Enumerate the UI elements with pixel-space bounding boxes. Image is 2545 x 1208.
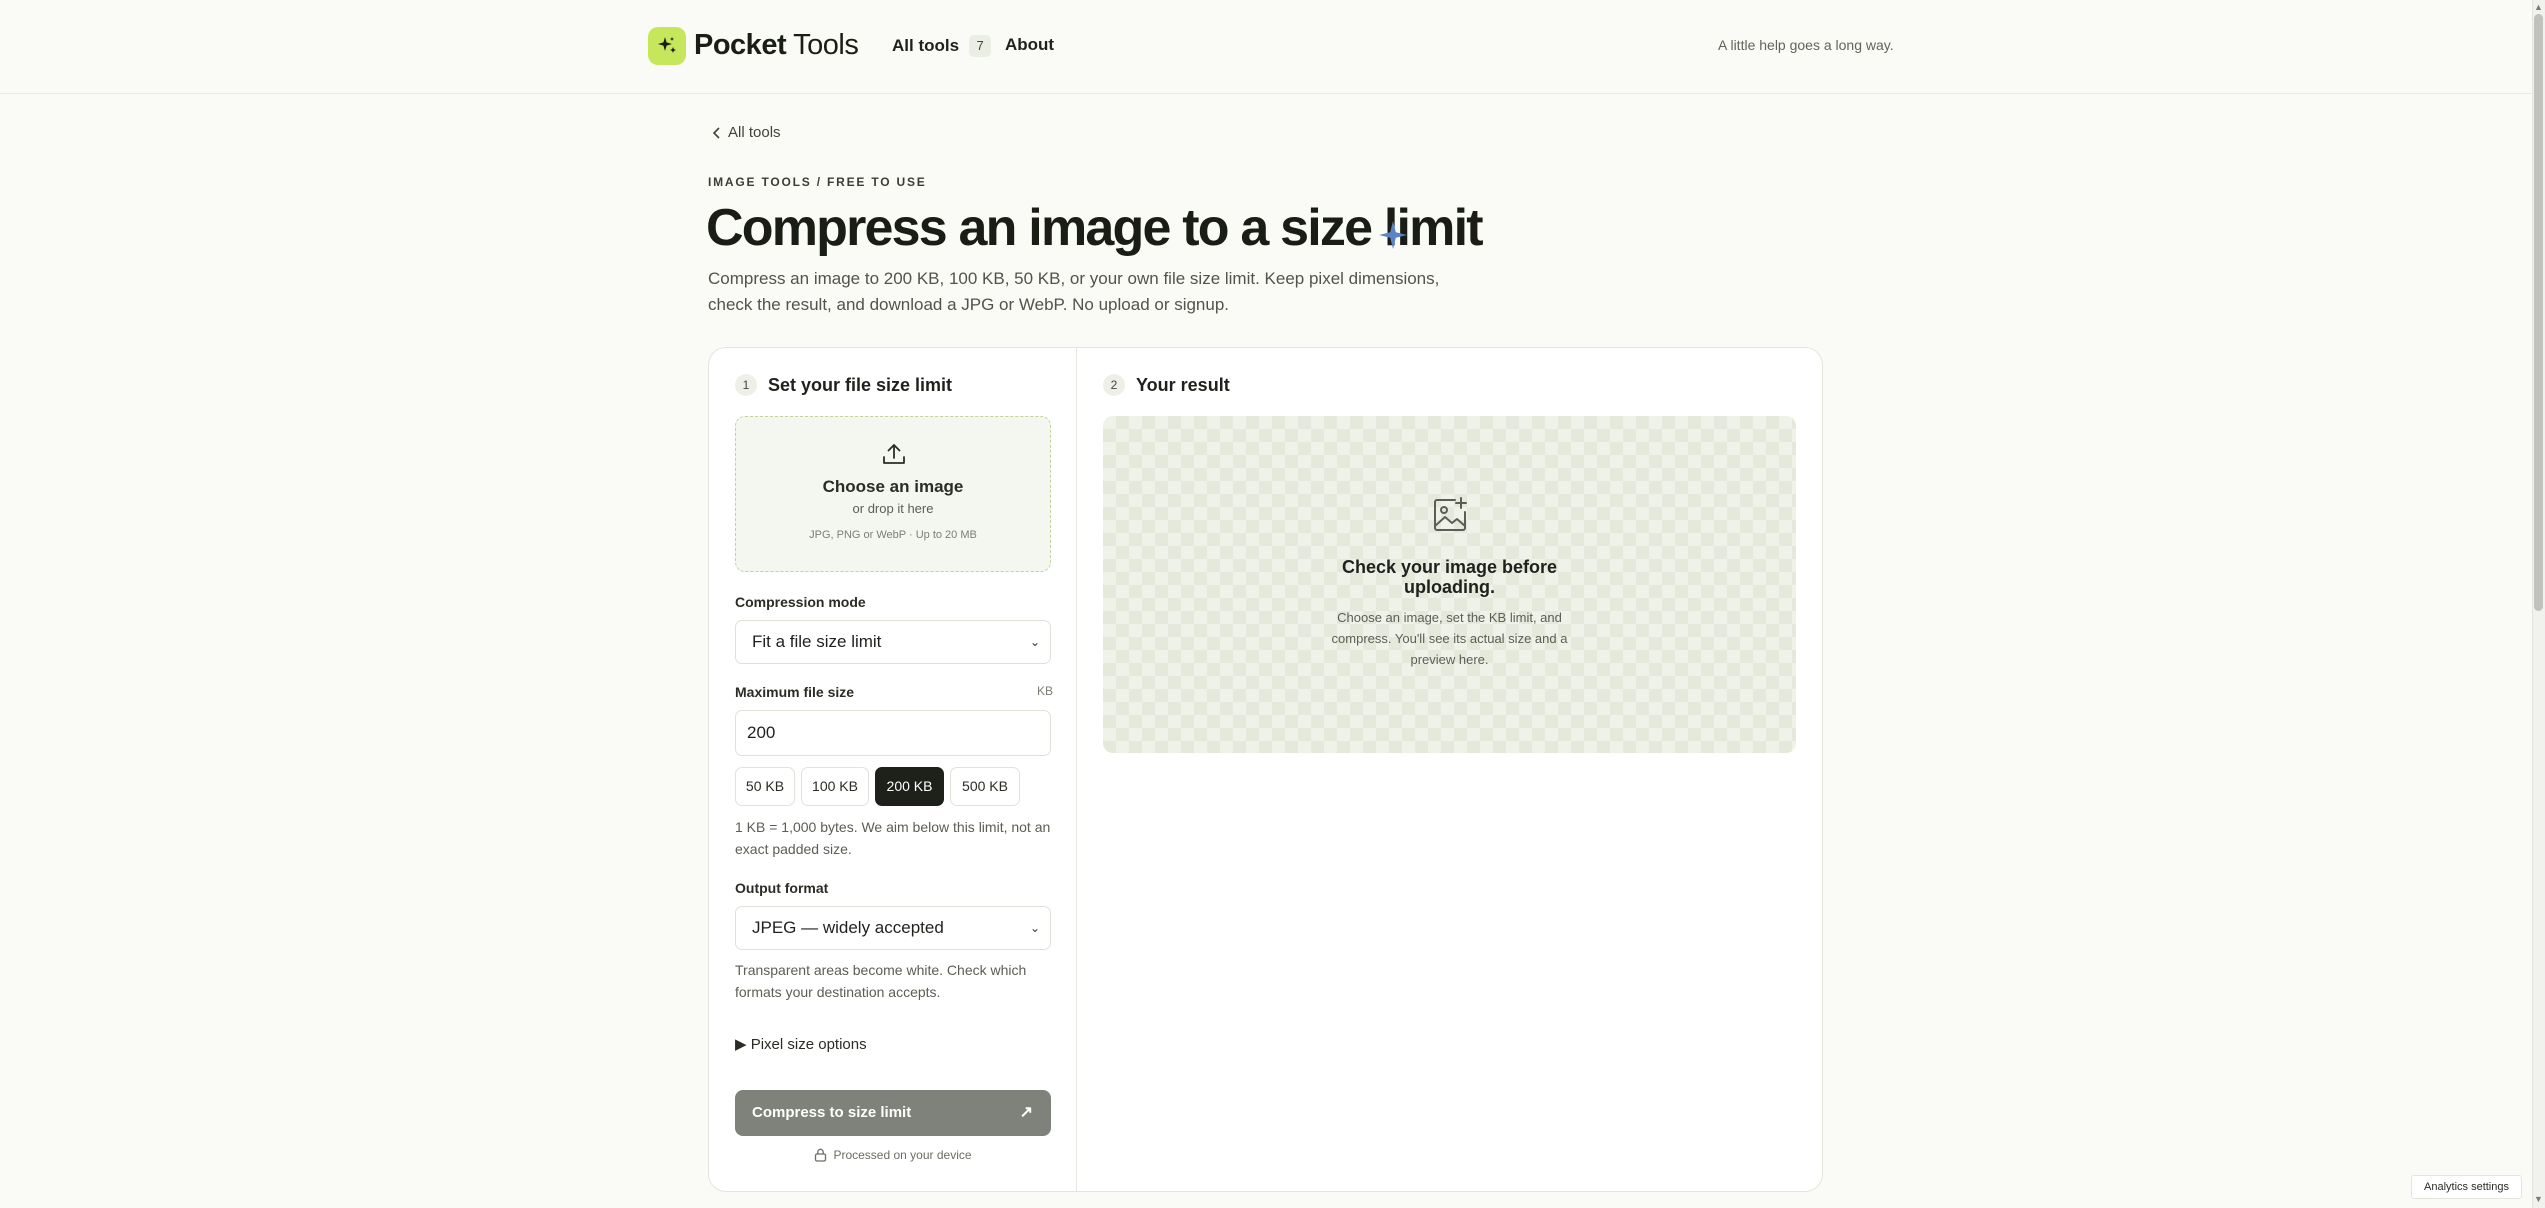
compression-mode-label: Compression mode xyxy=(735,594,866,610)
max-file-size-label: Maximum file size xyxy=(735,684,855,700)
compress-button[interactable]: Compress to size limit ↗ xyxy=(735,1090,1051,1136)
processed-on-device-note: Processed on your device xyxy=(735,1148,1051,1162)
pixel-size-options-toggle[interactable]: ▶ Pixel size options xyxy=(735,1035,867,1053)
nav-about[interactable]: About xyxy=(1005,35,1054,55)
format-hint: Transparent areas become white. Check wh… xyxy=(735,962,1027,1000)
max-file-size-unit: KB xyxy=(1037,684,1054,698)
preset-50kb-button[interactable]: 50 KB xyxy=(735,767,795,806)
scroll-down-icon[interactable]: ▼ xyxy=(2534,1194,2543,1204)
sparkle-icon xyxy=(1379,221,1407,249)
result-title: Your result xyxy=(1136,375,1230,395)
image-dropzone[interactable]: Choose an image or drop it here JPG, PNG… xyxy=(735,416,1051,572)
chevron-left-icon xyxy=(712,126,720,139)
disclosure-triangle-icon: ▶ xyxy=(735,1036,747,1053)
chevron-down-icon: ⌄ xyxy=(1029,921,1040,935)
step-2-badge: 2 xyxy=(1103,374,1125,396)
page-description: Compress an image to 200 KB, 100 KB, 50 … xyxy=(708,269,1440,314)
image-add-icon xyxy=(1434,497,1467,531)
scroll-up-icon[interactable]: ▲ xyxy=(2534,2,2543,12)
dropzone-note: JPG, PNG or WebP · Up to 20 MB xyxy=(809,529,977,541)
lock-icon xyxy=(815,1148,827,1162)
output-format-select[interactable]: JPEG — widely accepted ⌄ xyxy=(735,906,1051,950)
max-file-size-input[interactable] xyxy=(735,710,1051,756)
result-empty-title: Check your image before uploading. xyxy=(1341,557,1558,597)
output-format-value: JPEG — widely accepted xyxy=(752,918,944,937)
result-preview-area: Check your image before uploading. Choos… xyxy=(1103,416,1796,753)
upload-icon xyxy=(883,444,905,464)
tool-count-badge: 7 xyxy=(969,35,992,57)
breadcrumb-eyebrow: IMAGE TOOLS / FREE TO USE xyxy=(708,175,927,189)
settings-title: Set your file size limit xyxy=(768,375,953,395)
preset-200kb-button[interactable]: 200 KB xyxy=(875,767,944,806)
back-link-label: All tools xyxy=(728,124,781,141)
kb-hint: 1 KB = 1,000 bytes. We aim below this li… xyxy=(735,819,1051,857)
preset-500kb-button[interactable]: 500 KB xyxy=(950,767,1020,806)
pixel-size-options-label: Pixel size options xyxy=(750,1036,867,1053)
device-note-label: Processed on your device xyxy=(833,1148,972,1162)
sparkle-logo-icon[interactable] xyxy=(648,27,686,65)
back-to-all-tools-link[interactable]: All tools xyxy=(712,124,781,141)
brand-name-rest: Tools xyxy=(786,29,859,61)
nav-all-tools[interactable]: All tools 7 xyxy=(892,35,992,57)
dropzone-title: Choose an image xyxy=(822,477,964,496)
site-header: Pocket Tools All tools 7 About A little … xyxy=(0,0,2532,94)
analytics-settings-button[interactable]: Analytics settings xyxy=(2411,1175,2522,1199)
dropzone-subtitle: or drop it here xyxy=(852,501,934,516)
result-empty-text: Choose an image, set the KB limit, and c… xyxy=(1331,610,1568,667)
card-divider xyxy=(1076,348,1077,1191)
header-tagline: A little help goes a long way. xyxy=(1718,37,1894,53)
brand-name-bold: Pocket xyxy=(694,29,787,61)
compress-button-label: Compress to size limit xyxy=(752,1104,912,1121)
chevron-down-icon: ⌄ xyxy=(1029,635,1040,649)
output-format-label: Output format xyxy=(735,880,829,896)
scrollbar-thumb[interactable] xyxy=(2534,14,2543,611)
brand-name[interactable]: Pocket Tools xyxy=(694,29,859,62)
step-1-badge: 1 xyxy=(735,374,757,396)
preset-100kb-button[interactable]: 100 KB xyxy=(801,767,869,806)
compression-mode-select[interactable]: Fit a file size limit ⌄ xyxy=(735,620,1051,664)
arrow-up-right-icon: ↗ xyxy=(1019,1104,1033,1121)
compression-mode-value: Fit a file size limit xyxy=(752,632,882,651)
page-title: Compress an image to a size limit xyxy=(706,199,1484,257)
nav-all-tools-label: All tools xyxy=(892,36,960,55)
